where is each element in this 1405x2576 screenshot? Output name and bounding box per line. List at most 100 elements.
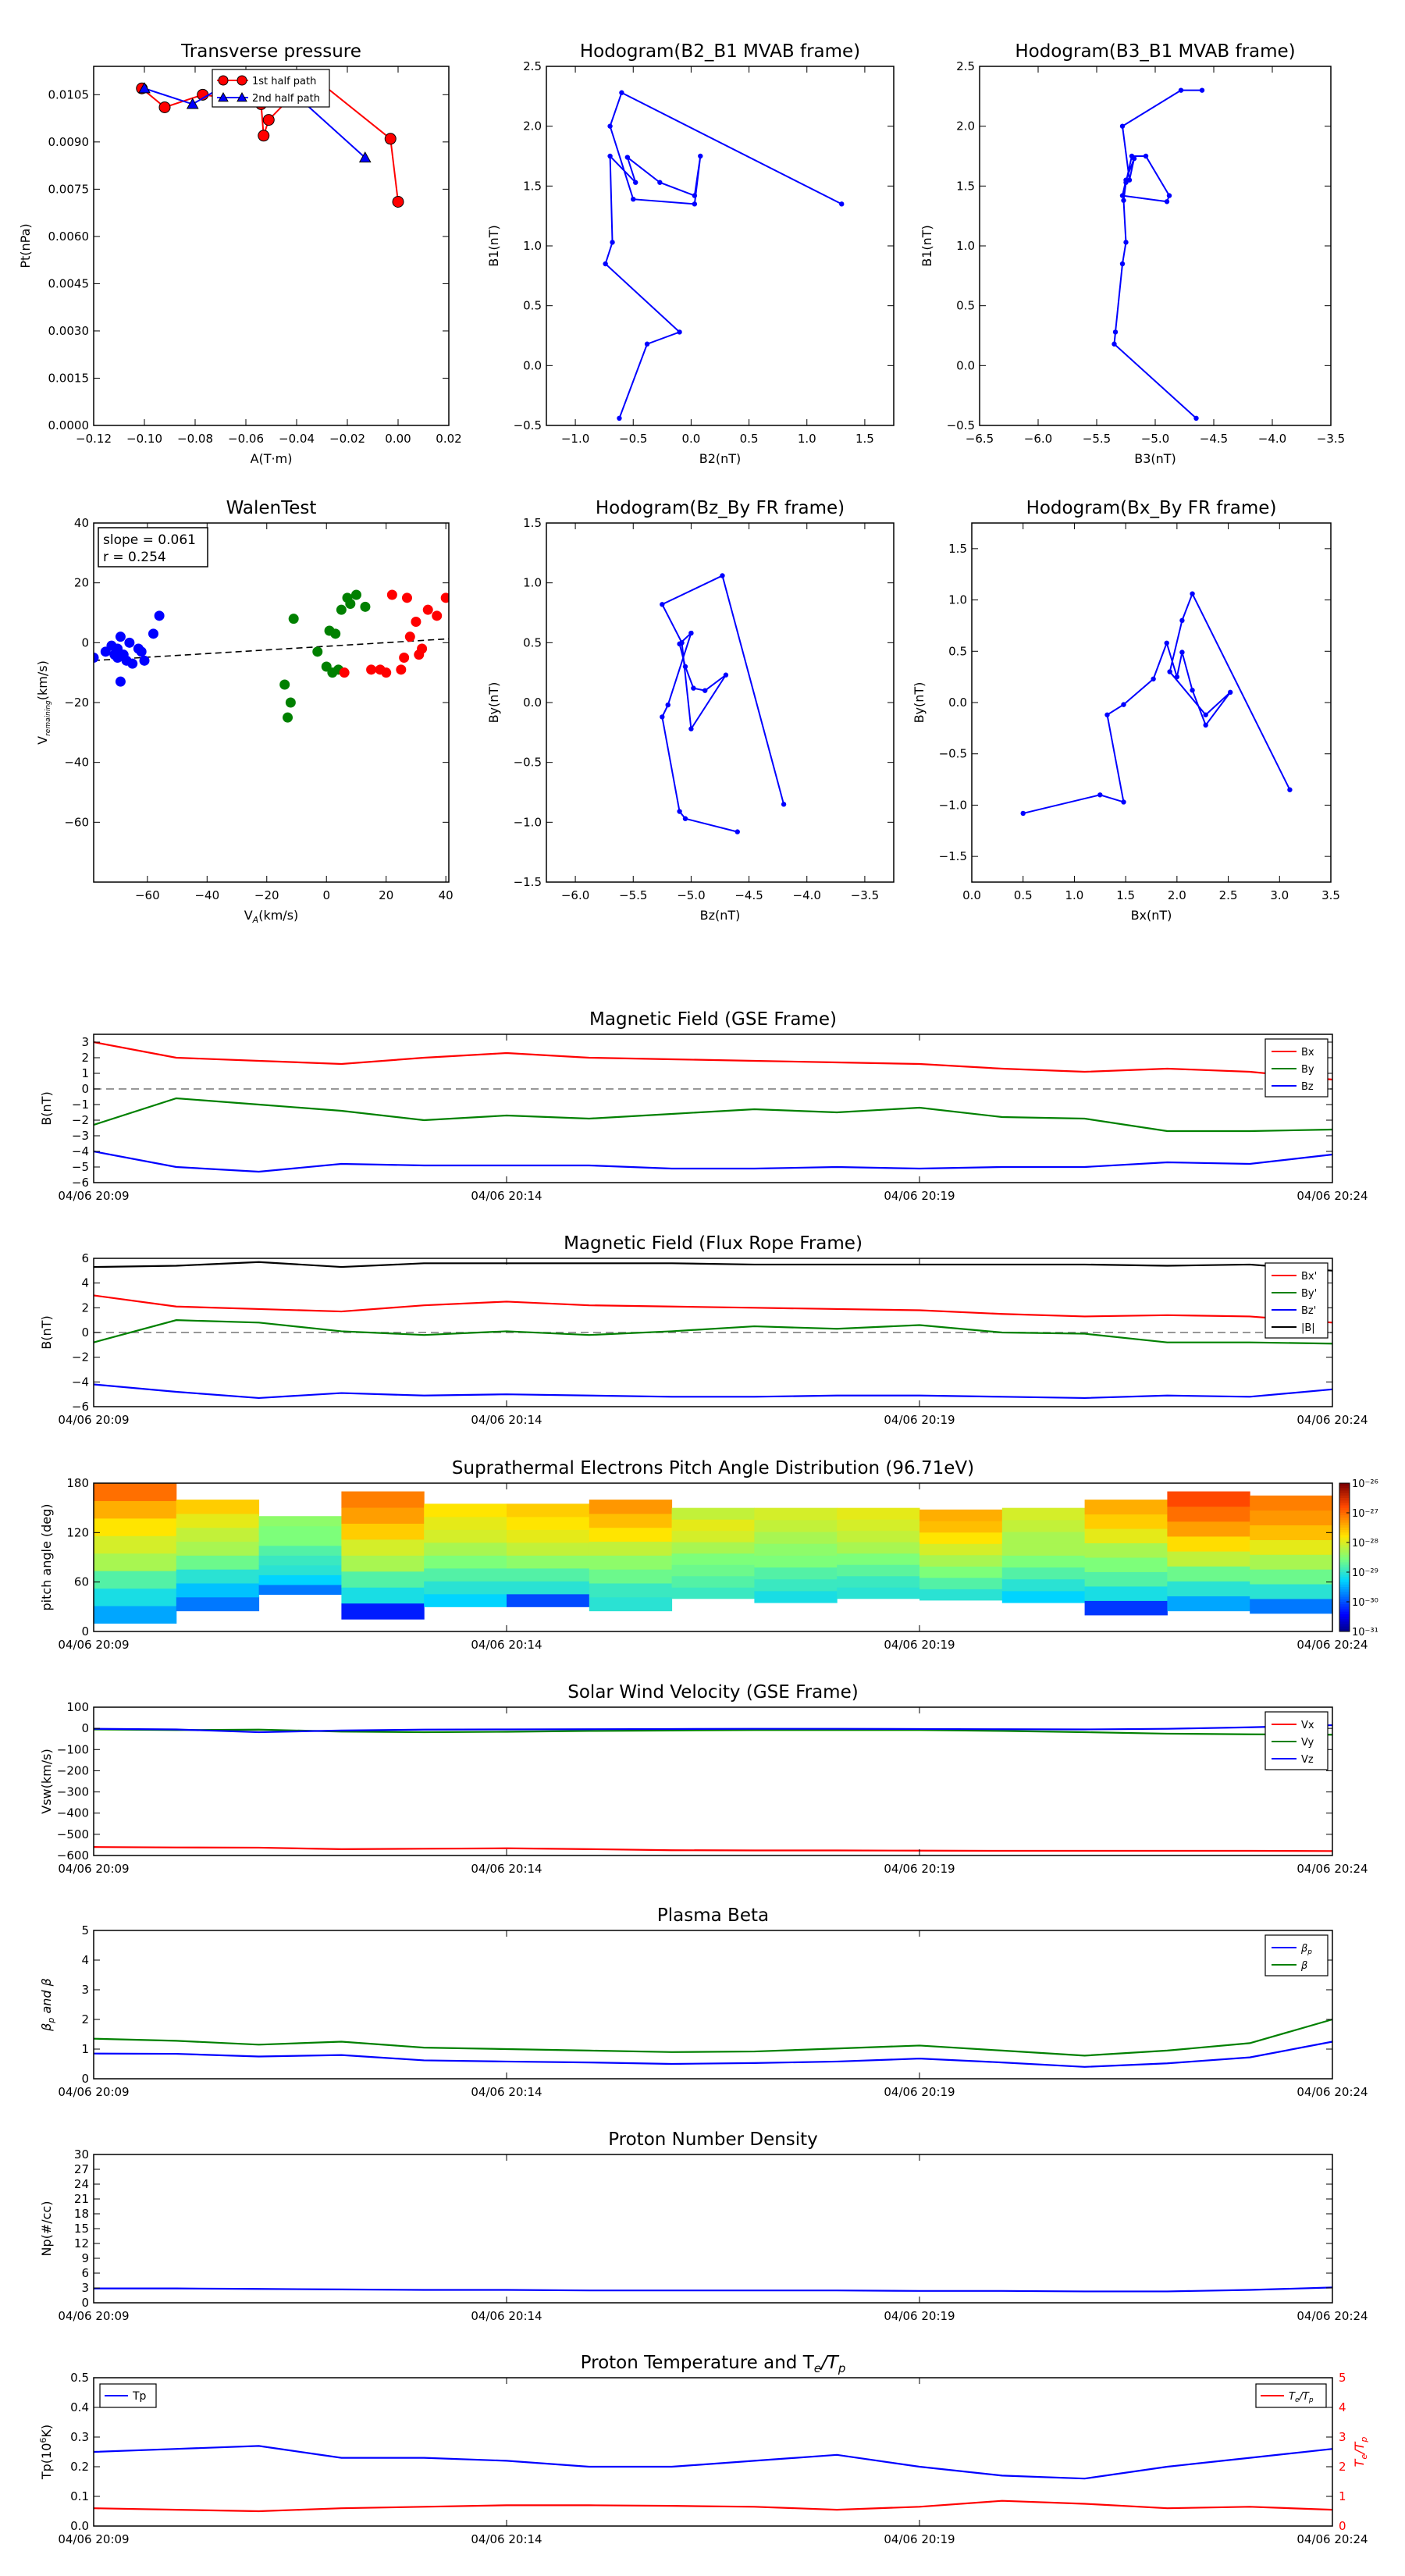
x-tick-label: −1.0 bbox=[561, 432, 589, 446]
legend-label: β bbox=[1300, 1960, 1307, 1972]
legend-label: Tp bbox=[132, 2390, 147, 2403]
y-tick-label: −0.5 bbox=[514, 756, 542, 770]
data-point bbox=[139, 655, 150, 666]
y-axis-label-sub: p bbox=[46, 2018, 56, 2024]
series-line bbox=[1113, 89, 1202, 419]
y-tick-label: 0.0075 bbox=[48, 182, 90, 196]
x-tick-label: −4.0 bbox=[1258, 432, 1286, 446]
data-point bbox=[381, 667, 392, 678]
data-point bbox=[607, 153, 613, 159]
heatmap-cell bbox=[919, 1509, 1003, 1521]
y-tick-label: 0.0 bbox=[523, 358, 542, 372]
x-tick-label: 04/06 20:19 bbox=[884, 2309, 955, 2323]
y-tick-label: 0.0 bbox=[523, 696, 542, 710]
x-tick-label: 0.5 bbox=[740, 432, 759, 446]
colorbar-cell bbox=[1339, 1582, 1350, 1585]
series-line bbox=[94, 2286, 1333, 2293]
heatmap-cell bbox=[94, 1606, 177, 1624]
data-point bbox=[1121, 702, 1126, 707]
y-axis-label: B(nT) bbox=[39, 1315, 54, 1349]
x-tick-label: −3.5 bbox=[1317, 432, 1345, 446]
x-tick-label: 04/06 20:14 bbox=[471, 2532, 542, 2546]
colorbar-cell bbox=[1339, 1564, 1350, 1568]
y-axis-label: By(nT) bbox=[486, 682, 501, 724]
heatmap-cell bbox=[507, 1542, 590, 1556]
data-point bbox=[633, 180, 638, 185]
colorbar-cell bbox=[1339, 1584, 1350, 1588]
colorbar-cell bbox=[1339, 1621, 1350, 1624]
colorbar-cell bbox=[1339, 1520, 1350, 1524]
heatmap-cell bbox=[754, 1507, 838, 1521]
data-point bbox=[679, 640, 685, 646]
y-tick-label: 1.0 bbox=[523, 239, 542, 253]
heatmap-cell bbox=[1084, 1571, 1168, 1587]
heatmap-cell bbox=[258, 1584, 342, 1595]
data-point bbox=[422, 604, 433, 615]
data-point bbox=[339, 667, 350, 678]
data-point bbox=[432, 610, 443, 621]
x-tick-label: −5.0 bbox=[677, 888, 705, 902]
data-point bbox=[330, 628, 341, 639]
heatmap-cell bbox=[837, 1507, 920, 1520]
heatmap-cell bbox=[424, 1581, 507, 1595]
heatmap-cell bbox=[837, 1564, 920, 1577]
plot-area bbox=[660, 573, 787, 834]
data-point bbox=[603, 261, 608, 267]
heatmap-cell bbox=[671, 1575, 755, 1588]
plot-area bbox=[603, 90, 845, 421]
heatmap-cell bbox=[837, 1519, 920, 1532]
colorbar-cell bbox=[1339, 1528, 1350, 1531]
plot-area bbox=[1020, 591, 1293, 817]
heatmap-cell bbox=[341, 1507, 425, 1524]
data-point bbox=[411, 617, 422, 627]
chart-panel-3: WalenTest −60 −40 −20 0 20 40 −60 −40 −20 0 20 40 VA(… bbox=[35, 498, 454, 925]
y-axis-label-right-sub: p bbox=[1359, 2437, 1369, 2443]
x-tick-label: 04/06 20:09 bbox=[58, 1413, 129, 1427]
y-tick-label: 1.0 bbox=[956, 239, 975, 253]
y-tick-label: 0.0030 bbox=[48, 324, 90, 338]
y-tick-label: 30 bbox=[74, 2147, 89, 2161]
heatmap-cell bbox=[176, 1582, 260, 1598]
heatmap-cell bbox=[1084, 1600, 1168, 1616]
colorbar-cell bbox=[1339, 1485, 1350, 1489]
colorbar-cell bbox=[1339, 1592, 1350, 1595]
legend-rest: /T bbox=[1299, 2391, 1310, 2403]
data-point bbox=[657, 180, 663, 185]
y-tick-label: 2.0 bbox=[523, 119, 542, 133]
legend-right: Te/Tp bbox=[1255, 2383, 1327, 2408]
heatmap-cell bbox=[754, 1555, 838, 1568]
x-tick-label: −5.0 bbox=[1141, 432, 1169, 446]
x-axis-label: B3(nT) bbox=[1134, 451, 1176, 466]
series-line bbox=[93, 1041, 1333, 1081]
legend-sub: p bbox=[1308, 2396, 1314, 2404]
title-rest: /T bbox=[820, 2353, 840, 2373]
data-point bbox=[136, 646, 147, 657]
x-tick-label: 1.5 bbox=[1116, 888, 1135, 902]
x-tick-label: 04/06 20:24 bbox=[1297, 2309, 1368, 2323]
colorbar-cell bbox=[1339, 1596, 1350, 1600]
data-point bbox=[350, 589, 361, 600]
y-axis-label: Pt(nPa) bbox=[18, 223, 33, 268]
x-tick-label: −5.5 bbox=[1083, 432, 1111, 446]
legend-label: Bz' bbox=[1301, 1305, 1316, 1317]
x-tick-label: 04/06 20:09 bbox=[58, 2309, 129, 2323]
chart-title: Proton Number Density bbox=[608, 2129, 818, 2150]
y-tick-label: 1 bbox=[81, 1066, 89, 1080]
data-point bbox=[158, 101, 171, 113]
y-tick-label: −400 bbox=[57, 1806, 89, 1820]
heatmap-cell bbox=[919, 1554, 1003, 1567]
data-point bbox=[1121, 197, 1126, 203]
data-point bbox=[1020, 810, 1026, 817]
data-point bbox=[682, 816, 688, 821]
colorbar-cell bbox=[1339, 1606, 1350, 1610]
y-tick-label: −3 bbox=[72, 1129, 89, 1143]
axes-frame bbox=[979, 66, 1332, 426]
series-line bbox=[93, 2041, 1333, 2068]
heatmap-cell bbox=[258, 1574, 342, 1585]
y-axis-label: B1(nT) bbox=[486, 225, 501, 267]
y-tick-label: 1.0 bbox=[948, 593, 967, 607]
y-tick-label: 15 bbox=[74, 2222, 89, 2236]
heatmap-cell bbox=[341, 1555, 425, 1572]
heatmap-cell bbox=[1167, 1596, 1250, 1612]
heatmap-cell bbox=[94, 1588, 177, 1606]
